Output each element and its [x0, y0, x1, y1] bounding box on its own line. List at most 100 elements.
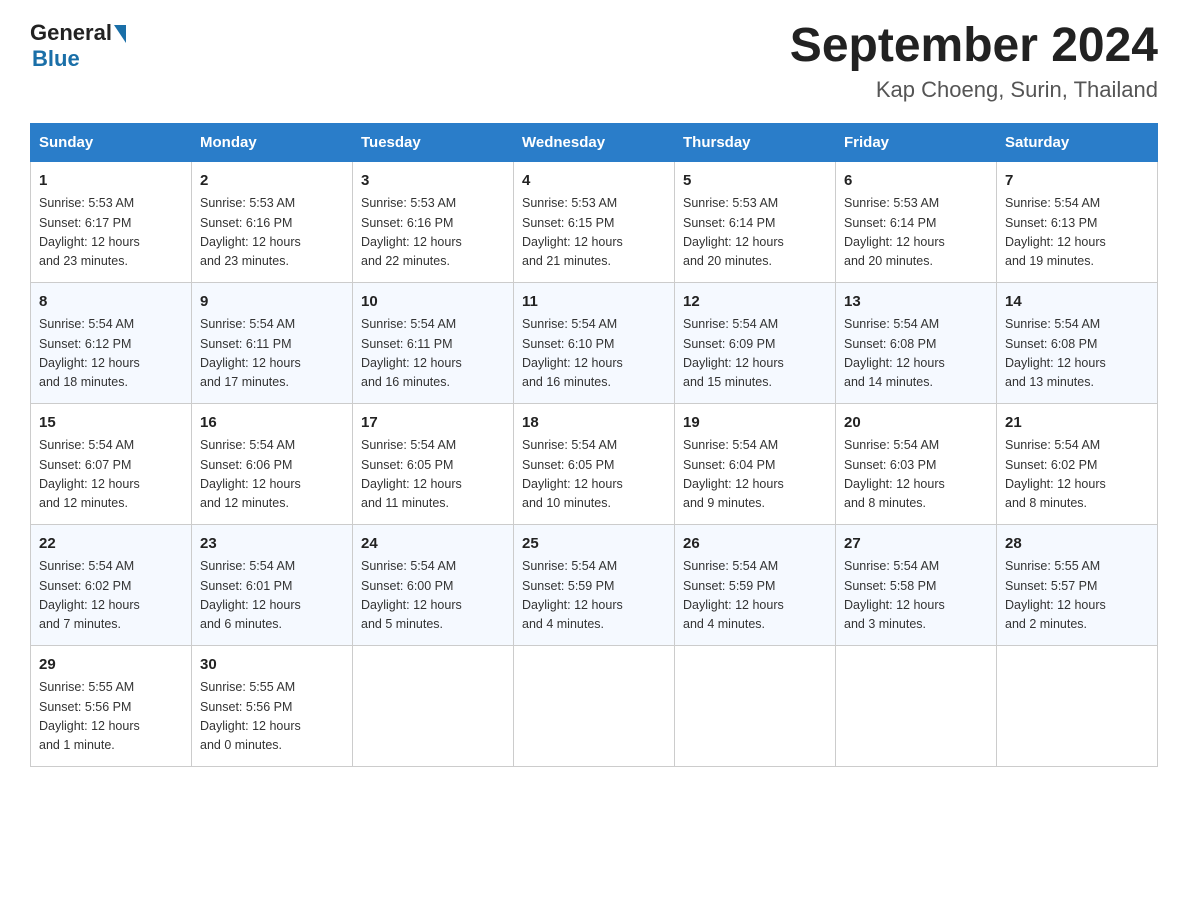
calendar-cell: 26Sunrise: 5:54 AMSunset: 5:59 PMDayligh… — [675, 524, 836, 645]
calendar-cell: 5Sunrise: 5:53 AMSunset: 6:14 PMDaylight… — [675, 161, 836, 282]
day-number: 19 — [683, 412, 827, 435]
calendar-cell: 13Sunrise: 5:54 AMSunset: 6:08 PMDayligh… — [836, 282, 997, 403]
day-info: Sunrise: 5:55 AMSunset: 5:56 PMDaylight:… — [39, 678, 183, 756]
calendar-cell — [836, 645, 997, 766]
day-info: Sunrise: 5:54 AMSunset: 6:11 PMDaylight:… — [200, 315, 344, 393]
day-number: 11 — [522, 291, 666, 314]
day-number: 22 — [39, 533, 183, 556]
day-number: 2 — [200, 170, 344, 193]
weekday-header-friday: Friday — [836, 123, 997, 161]
day-number: 23 — [200, 533, 344, 556]
calendar-week-3: 15Sunrise: 5:54 AMSunset: 6:07 PMDayligh… — [31, 403, 1158, 524]
calendar-week-1: 1Sunrise: 5:53 AMSunset: 6:17 PMDaylight… — [31, 161, 1158, 282]
logo: General Blue — [30, 20, 126, 72]
day-info: Sunrise: 5:53 AMSunset: 6:14 PMDaylight:… — [844, 194, 988, 272]
weekday-header-tuesday: Tuesday — [353, 123, 514, 161]
calendar-cell: 9Sunrise: 5:54 AMSunset: 6:11 PMDaylight… — [192, 282, 353, 403]
calendar-cell: 7Sunrise: 5:54 AMSunset: 6:13 PMDaylight… — [997, 161, 1158, 282]
calendar-cell: 25Sunrise: 5:54 AMSunset: 5:59 PMDayligh… — [514, 524, 675, 645]
day-number: 28 — [1005, 533, 1149, 556]
day-number: 26 — [683, 533, 827, 556]
day-info: Sunrise: 5:54 AMSunset: 6:09 PMDaylight:… — [683, 315, 827, 393]
day-number: 5 — [683, 170, 827, 193]
calendar-cell — [997, 645, 1158, 766]
calendar-title: September 2024 — [790, 20, 1158, 73]
calendar-cell: 23Sunrise: 5:54 AMSunset: 6:01 PMDayligh… — [192, 524, 353, 645]
calendar-cell: 27Sunrise: 5:54 AMSunset: 5:58 PMDayligh… — [836, 524, 997, 645]
day-number: 27 — [844, 533, 988, 556]
day-info: Sunrise: 5:53 AMSunset: 6:16 PMDaylight:… — [200, 194, 344, 272]
day-number: 18 — [522, 412, 666, 435]
day-number: 15 — [39, 412, 183, 435]
logo-arrow-icon — [114, 25, 126, 43]
day-number: 20 — [844, 412, 988, 435]
calendar-week-5: 29Sunrise: 5:55 AMSunset: 5:56 PMDayligh… — [31, 645, 1158, 766]
calendar-cell: 16Sunrise: 5:54 AMSunset: 6:06 PMDayligh… — [192, 403, 353, 524]
day-info: Sunrise: 5:54 AMSunset: 6:07 PMDaylight:… — [39, 436, 183, 514]
day-number: 21 — [1005, 412, 1149, 435]
weekday-header-wednesday: Wednesday — [514, 123, 675, 161]
day-info: Sunrise: 5:54 AMSunset: 6:13 PMDaylight:… — [1005, 194, 1149, 272]
day-info: Sunrise: 5:54 AMSunset: 6:02 PMDaylight:… — [1005, 436, 1149, 514]
calendar-cell: 10Sunrise: 5:54 AMSunset: 6:11 PMDayligh… — [353, 282, 514, 403]
day-number: 1 — [39, 170, 183, 193]
calendar-cell: 3Sunrise: 5:53 AMSunset: 6:16 PMDaylight… — [353, 161, 514, 282]
weekday-header-monday: Monday — [192, 123, 353, 161]
calendar-cell — [514, 645, 675, 766]
calendar-cell: 21Sunrise: 5:54 AMSunset: 6:02 PMDayligh… — [997, 403, 1158, 524]
day-number: 9 — [200, 291, 344, 314]
weekday-header-thursday: Thursday — [675, 123, 836, 161]
calendar-cell — [675, 645, 836, 766]
day-number: 25 — [522, 533, 666, 556]
day-info: Sunrise: 5:53 AMSunset: 6:16 PMDaylight:… — [361, 194, 505, 272]
calendar-cell: 19Sunrise: 5:54 AMSunset: 6:04 PMDayligh… — [675, 403, 836, 524]
day-info: Sunrise: 5:55 AMSunset: 5:57 PMDaylight:… — [1005, 557, 1149, 635]
calendar-cell: 22Sunrise: 5:54 AMSunset: 6:02 PMDayligh… — [31, 524, 192, 645]
day-info: Sunrise: 5:54 AMSunset: 6:10 PMDaylight:… — [522, 315, 666, 393]
calendar-week-2: 8Sunrise: 5:54 AMSunset: 6:12 PMDaylight… — [31, 282, 1158, 403]
logo-general-text: General — [30, 20, 112, 46]
day-info: Sunrise: 5:54 AMSunset: 6:04 PMDaylight:… — [683, 436, 827, 514]
page-header: General Blue September 2024 Kap Choeng, … — [30, 20, 1158, 103]
day-info: Sunrise: 5:54 AMSunset: 5:59 PMDaylight:… — [683, 557, 827, 635]
day-info: Sunrise: 5:54 AMSunset: 6:11 PMDaylight:… — [361, 315, 505, 393]
day-info: Sunrise: 5:54 AMSunset: 6:05 PMDaylight:… — [361, 436, 505, 514]
calendar-week-4: 22Sunrise: 5:54 AMSunset: 6:02 PMDayligh… — [31, 524, 1158, 645]
calendar-cell: 4Sunrise: 5:53 AMSunset: 6:15 PMDaylight… — [514, 161, 675, 282]
day-info: Sunrise: 5:54 AMSunset: 6:01 PMDaylight:… — [200, 557, 344, 635]
day-number: 17 — [361, 412, 505, 435]
day-number: 3 — [361, 170, 505, 193]
logo-blue-text: Blue — [32, 46, 80, 72]
calendar-cell: 29Sunrise: 5:55 AMSunset: 5:56 PMDayligh… — [31, 645, 192, 766]
day-number: 6 — [844, 170, 988, 193]
day-info: Sunrise: 5:54 AMSunset: 5:58 PMDaylight:… — [844, 557, 988, 635]
day-number: 24 — [361, 533, 505, 556]
calendar-table: SundayMondayTuesdayWednesdayThursdayFrid… — [30, 123, 1158, 767]
calendar-cell: 17Sunrise: 5:54 AMSunset: 6:05 PMDayligh… — [353, 403, 514, 524]
day-info: Sunrise: 5:54 AMSunset: 5:59 PMDaylight:… — [522, 557, 666, 635]
day-info: Sunrise: 5:54 AMSunset: 6:02 PMDaylight:… — [39, 557, 183, 635]
calendar-cell: 15Sunrise: 5:54 AMSunset: 6:07 PMDayligh… — [31, 403, 192, 524]
day-info: Sunrise: 5:54 AMSunset: 6:05 PMDaylight:… — [522, 436, 666, 514]
day-number: 4 — [522, 170, 666, 193]
weekday-header-saturday: Saturday — [997, 123, 1158, 161]
calendar-cell: 28Sunrise: 5:55 AMSunset: 5:57 PMDayligh… — [997, 524, 1158, 645]
day-number: 13 — [844, 291, 988, 314]
day-number: 12 — [683, 291, 827, 314]
calendar-cell: 11Sunrise: 5:54 AMSunset: 6:10 PMDayligh… — [514, 282, 675, 403]
calendar-cell: 18Sunrise: 5:54 AMSunset: 6:05 PMDayligh… — [514, 403, 675, 524]
calendar-cell — [353, 645, 514, 766]
day-info: Sunrise: 5:53 AMSunset: 6:17 PMDaylight:… — [39, 194, 183, 272]
day-info: Sunrise: 5:53 AMSunset: 6:15 PMDaylight:… — [522, 194, 666, 272]
day-info: Sunrise: 5:54 AMSunset: 6:06 PMDaylight:… — [200, 436, 344, 514]
calendar-cell: 6Sunrise: 5:53 AMSunset: 6:14 PMDaylight… — [836, 161, 997, 282]
day-info: Sunrise: 5:54 AMSunset: 6:00 PMDaylight:… — [361, 557, 505, 635]
day-info: Sunrise: 5:54 AMSunset: 6:08 PMDaylight:… — [1005, 315, 1149, 393]
day-info: Sunrise: 5:55 AMSunset: 5:56 PMDaylight:… — [200, 678, 344, 756]
calendar-subtitle: Kap Choeng, Surin, Thailand — [790, 77, 1158, 103]
day-info: Sunrise: 5:53 AMSunset: 6:14 PMDaylight:… — [683, 194, 827, 272]
day-info: Sunrise: 5:54 AMSunset: 6:03 PMDaylight:… — [844, 436, 988, 514]
day-number: 16 — [200, 412, 344, 435]
day-number: 14 — [1005, 291, 1149, 314]
calendar-cell: 8Sunrise: 5:54 AMSunset: 6:12 PMDaylight… — [31, 282, 192, 403]
